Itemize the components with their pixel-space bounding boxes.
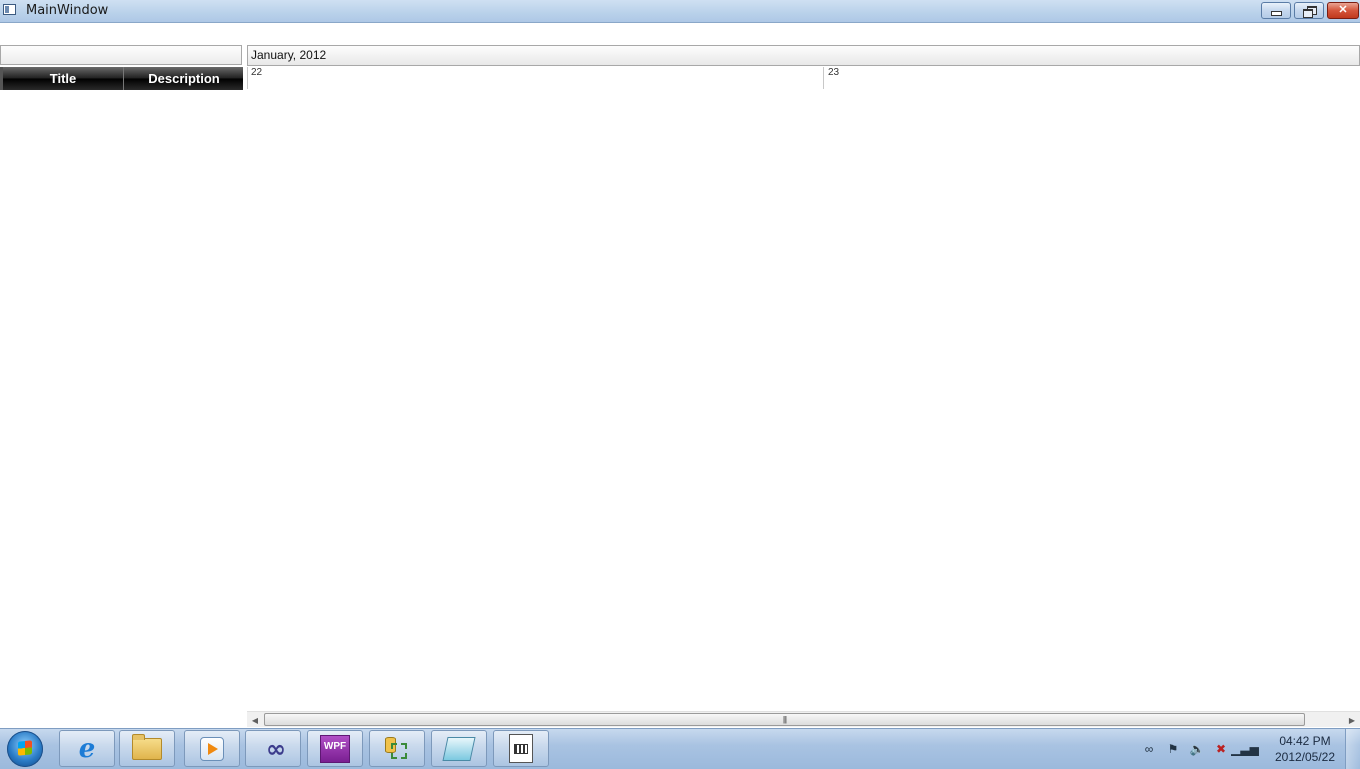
taskbar-clock[interactable]: 04:42 PM 2012/05/22 (1270, 733, 1340, 765)
scroll-left-arrow-icon[interactable]: ◀ (247, 712, 263, 728)
start-button[interactable] (7, 731, 43, 767)
grid-column-header-row: Title Description (0, 67, 243, 90)
taskbar-media-player[interactable] (184, 730, 240, 767)
taskbar: e ∞ WPF ∞ ⚑ 🔈 ✖ ▁▃▅ 04:42 PM 2012/05/22 (0, 728, 1360, 769)
taskbar-wpf-app[interactable]: WPF (307, 730, 363, 767)
show-desktop-button[interactable] (1345, 729, 1360, 769)
timeline-day-23[interactable]: 23 (823, 67, 1360, 89)
scroll-right-arrow-icon[interactable]: ▶ (1344, 712, 1360, 728)
notes-icon (442, 735, 476, 763)
horizontal-scrollbar[interactable]: ◀ ||| ▶ (247, 711, 1360, 727)
document-icon (506, 734, 536, 763)
system-tray: ∞ ⚑ 🔈 ✖ ▁▃▅ (1140, 739, 1259, 759)
taskbar-internet-explorer[interactable]: e (59, 730, 115, 767)
grid-group-header (0, 45, 242, 65)
timeline-month-header: January, 2012 (247, 45, 1360, 66)
scrollbar-thumb[interactable]: ||| (264, 713, 1305, 726)
action-center-icon[interactable]: ✖ (1212, 740, 1230, 758)
minimize-icon (1270, 11, 1282, 16)
close-button[interactable]: ✕ (1327, 2, 1359, 19)
clock-time: 04:42 PM (1279, 734, 1331, 748)
column-header-description[interactable]: Description (123, 67, 244, 90)
clock-date: 2012/05/22 (1274, 750, 1336, 764)
restore-button[interactable] (1294, 2, 1324, 19)
minimize-button[interactable] (1261, 2, 1291, 19)
taskbar-visual-studio[interactable]: ∞ (245, 730, 301, 767)
folder-icon (132, 733, 162, 763)
signal-icon[interactable]: ▁▃▅ (1231, 740, 1259, 758)
close-icon: ✕ (1338, 4, 1348, 16)
ie-icon: e (78, 733, 96, 764)
wpf-icon: WPF (320, 734, 350, 763)
timeline-day-22[interactable]: 22 (247, 67, 823, 89)
restore-icon (1302, 5, 1317, 18)
tools-icon (382, 735, 412, 763)
grip-icon: ||| (782, 715, 787, 724)
app-window-icon[interactable] (3, 4, 16, 15)
flag-icon[interactable]: ⚑ (1164, 740, 1182, 758)
taskbar-tools-app[interactable] (369, 730, 425, 767)
visual-studio-icon: ∞ (266, 734, 286, 763)
taskbar-document-app[interactable] (493, 730, 549, 767)
network-icon[interactable]: ∞ (1140, 740, 1158, 758)
taskbar-notes-app[interactable] (431, 730, 487, 767)
taskbar-windows-explorer[interactable] (119, 730, 175, 767)
volume-icon[interactable]: 🔈 (1188, 740, 1206, 758)
column-header-title[interactable]: Title (3, 67, 123, 90)
wpf-label: WPF (320, 734, 350, 763)
window-title-bar[interactable]: MainWindow ✕ (0, 0, 1360, 23)
window-title: MainWindow (26, 3, 109, 18)
media-player-icon (197, 735, 227, 763)
